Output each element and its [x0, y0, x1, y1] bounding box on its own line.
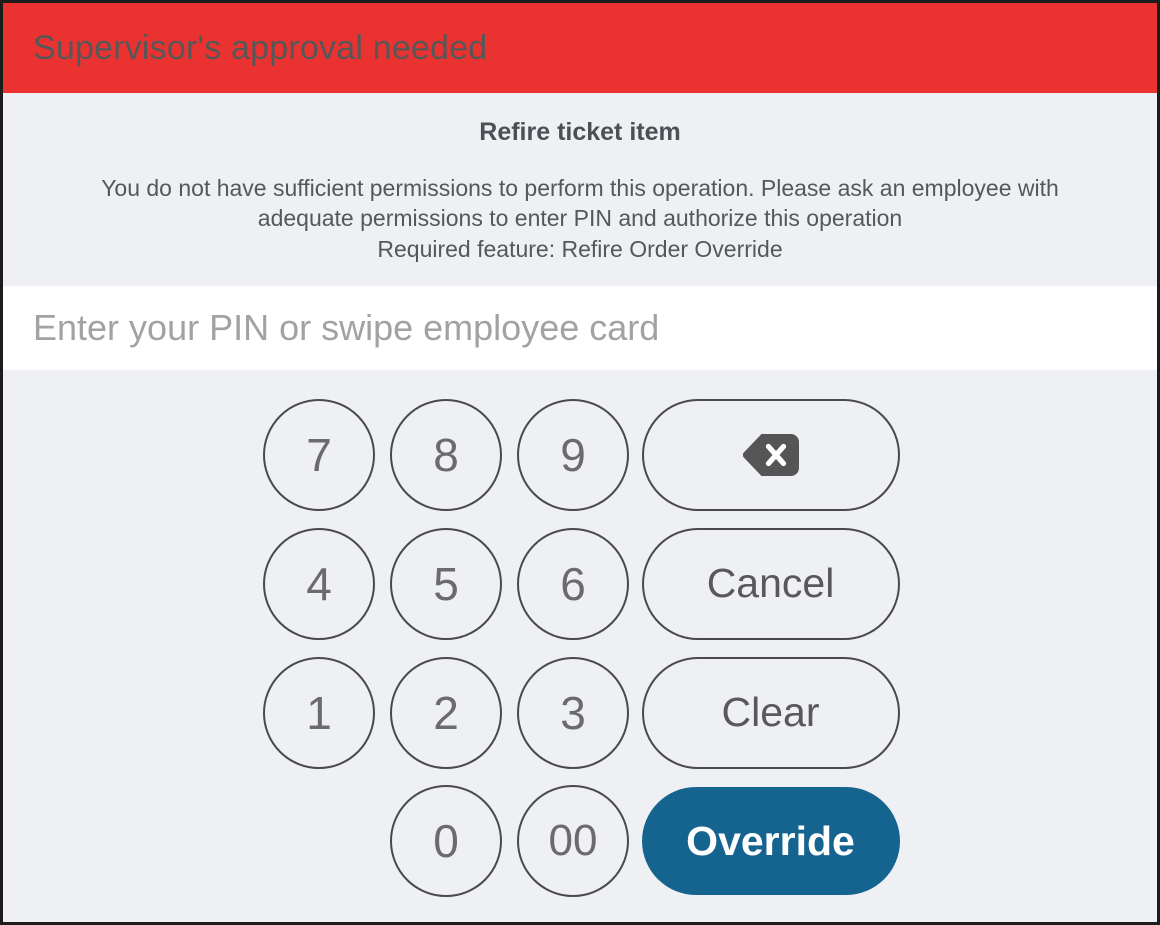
key-4[interactable]: 4	[263, 527, 375, 640]
override-button[interactable]: Override	[641, 787, 900, 896]
key-1[interactable]: 1	[263, 656, 375, 769]
clear-button[interactable]: Clear	[641, 656, 900, 769]
key-9[interactable]: 9	[517, 398, 629, 511]
key-6[interactable]: 6	[517, 527, 629, 640]
numeric-keypad: 7 8 9 4 5 6 Cancel 1 2 3 Clear 0 00 Over…	[3, 370, 1157, 905]
key-5[interactable]: 5	[390, 527, 502, 640]
keypad-empty-cell	[263, 785, 375, 897]
supervisor-approval-dialog: Supervisor's approval needed Refire tick…	[0, 0, 1160, 925]
key-8[interactable]: 8	[390, 398, 502, 511]
dialog-header: Supervisor's approval needed	[3, 3, 1157, 93]
cancel-button[interactable]: Cancel	[641, 527, 900, 640]
key-0[interactable]: 0	[390, 785, 502, 898]
dialog-title: Supervisor's approval needed	[33, 29, 488, 67]
key-3[interactable]: 3	[517, 656, 629, 769]
key-2[interactable]: 2	[390, 656, 502, 769]
permission-message-line-2: adequate permissions to enter PIN and au…	[257, 205, 903, 232]
required-feature-line: Required feature: Refire Order Override	[377, 235, 783, 262]
key-00[interactable]: 00	[517, 785, 629, 898]
permission-message-line-1: You do not have sufficient permissions t…	[101, 174, 1059, 201]
message-block: Refire ticket item You do not have suffi…	[3, 93, 1157, 287]
operation-title: Refire ticket item	[479, 118, 681, 146]
keypad-grid: 7 8 9 4 5 6 Cancel 1 2 3 Clear 0 00 Over…	[256, 390, 905, 905]
pin-input-container[interactable]	[3, 286, 1157, 371]
backspace-icon	[742, 433, 799, 476]
backspace-button[interactable]	[641, 398, 900, 511]
key-7[interactable]: 7	[263, 398, 375, 511]
pin-input[interactable]	[33, 307, 1127, 350]
